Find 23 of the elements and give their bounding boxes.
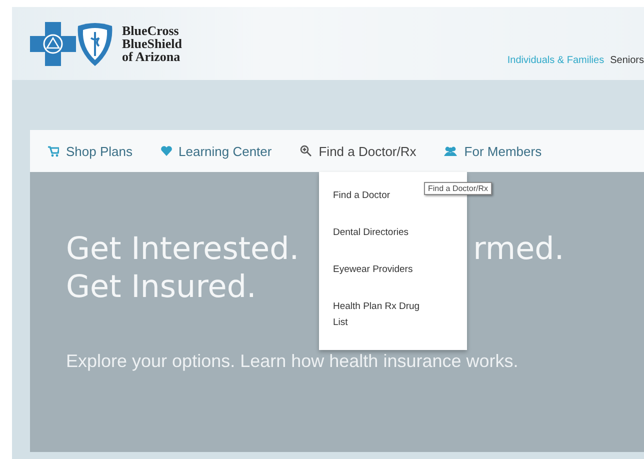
headline: rmed. <box>473 230 564 268</box>
hero-text: Explore your options. Learn how health insurance works. <box>66 350 520 373</box>
headline: Get Interested. <box>66 230 300 268</box>
logo-text: BlueCross <box>122 24 180 37</box>
logo-text: BlueShield <box>122 37 182 50</box>
audience-link[interactable]: Seniors <box>610 55 644 66</box>
nav-link[interactable]: Learning Center <box>160 144 272 158</box>
logo-text: of Arizona <box>122 50 182 63</box>
menu-item[interactable]: Dental Directories <box>333 215 408 252</box>
nav-link[interactable]: Find a Doctor/Rx <box>300 144 416 158</box>
shield-logo-icon <box>76 22 114 66</box>
menu-item[interactable]: Eyewear Providers <box>333 252 413 289</box>
cross-logo-icon <box>30 22 76 66</box>
nav-link[interactable]: For Members <box>444 144 542 158</box>
nav-link[interactable]: Shop Plans <box>48 144 132 158</box>
heart-icon <box>160 146 172 156</box>
zoom-in-icon <box>300 145 312 157</box>
users-icon <box>444 146 458 156</box>
headline: Get Insured. <box>66 268 256 306</box>
menu-item[interactable]: Health Plan Rx Drug List <box>333 289 433 342</box>
cart-icon <box>48 146 59 156</box>
tooltip: Find a Doctor/Rx <box>424 182 492 195</box>
menu-item[interactable]: Find a Doctor <box>333 178 390 215</box>
